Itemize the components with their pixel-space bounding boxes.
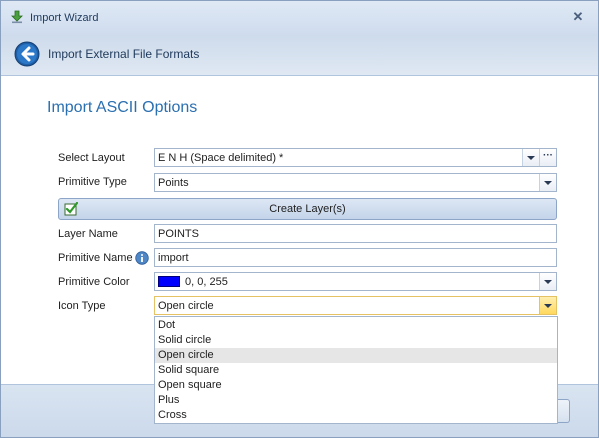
back-button[interactable]: [14, 41, 40, 67]
icon-type-dropdown-button[interactable]: [539, 297, 556, 314]
window-title: Import Wizard: [30, 12, 99, 24]
title-bar: Import Wizard ✕: [1, 1, 598, 35]
primitive-name-label: Primitive Name: [58, 252, 133, 264]
select-layout-value: E N H (Space delimited) *: [158, 152, 284, 164]
primitive-color-dropdown-button[interactable]: [539, 273, 556, 290]
icon-type-option[interactable]: Solid circle: [155, 333, 557, 348]
close-icon: ✕: [572, 9, 584, 24]
create-layers-button[interactable]: Create Layer(s): [58, 198, 557, 220]
close-button[interactable]: ✕: [571, 10, 585, 24]
primitive-color-label: Primitive Color: [58, 276, 130, 288]
primitive-color-value: 0, 0, 255: [185, 276, 228, 288]
layer-name-label: Layer Name: [58, 228, 118, 240]
section-title: Import ASCII Options: [47, 99, 198, 116]
icon-type-option[interactable]: Solid square: [155, 363, 557, 378]
primitive-color-combobox[interactable]: 0, 0, 255: [154, 272, 557, 291]
select-layout-dropdown-button[interactable]: [522, 149, 539, 166]
select-layout-combobox[interactable]: E N H (Space delimited) * ···: [154, 148, 557, 167]
layer-name-input[interactable]: POINTS: [154, 224, 557, 243]
icon-type-dropdown-list: Dot Solid circle Open circle Solid squar…: [154, 316, 558, 424]
icon-type-option-selected[interactable]: Open circle: [155, 348, 557, 363]
icon-type-option[interactable]: Cross: [155, 408, 557, 423]
info-icon[interactable]: [135, 251, 149, 265]
primitive-type-dropdown-button[interactable]: [539, 174, 556, 191]
icon-type-label: Icon Type: [58, 300, 106, 312]
primitive-name-input[interactable]: import: [154, 248, 557, 267]
color-swatch: [158, 276, 180, 287]
icon-type-combobox[interactable]: Open circle: [154, 296, 557, 315]
create-layers-label: Create Layer(s): [269, 203, 346, 215]
import-wizard-window: Import Wizard ✕ Import External File For…: [0, 0, 599, 438]
browse-layout-button[interactable]: ···: [539, 149, 556, 166]
icon-type-option[interactable]: Dot: [155, 318, 557, 333]
icon-type-value: Open circle: [158, 300, 214, 312]
select-layout-label: Select Layout: [58, 152, 125, 164]
primitive-type-combobox[interactable]: Points: [154, 173, 557, 192]
icon-type-option[interactable]: Open square: [155, 378, 557, 393]
wizard-step-title: Import External File Formats: [48, 47, 200, 61]
layer-name-value: POINTS: [158, 228, 199, 240]
icon-type-option[interactable]: Plus: [155, 393, 557, 408]
primitive-type-label: Primitive Type: [58, 176, 127, 188]
primitive-type-value: Points: [158, 177, 189, 189]
wizard-download-icon: [11, 10, 23, 24]
wizard-header: Import External File Formats: [1, 35, 598, 76]
primitive-name-value: import: [158, 252, 189, 264]
